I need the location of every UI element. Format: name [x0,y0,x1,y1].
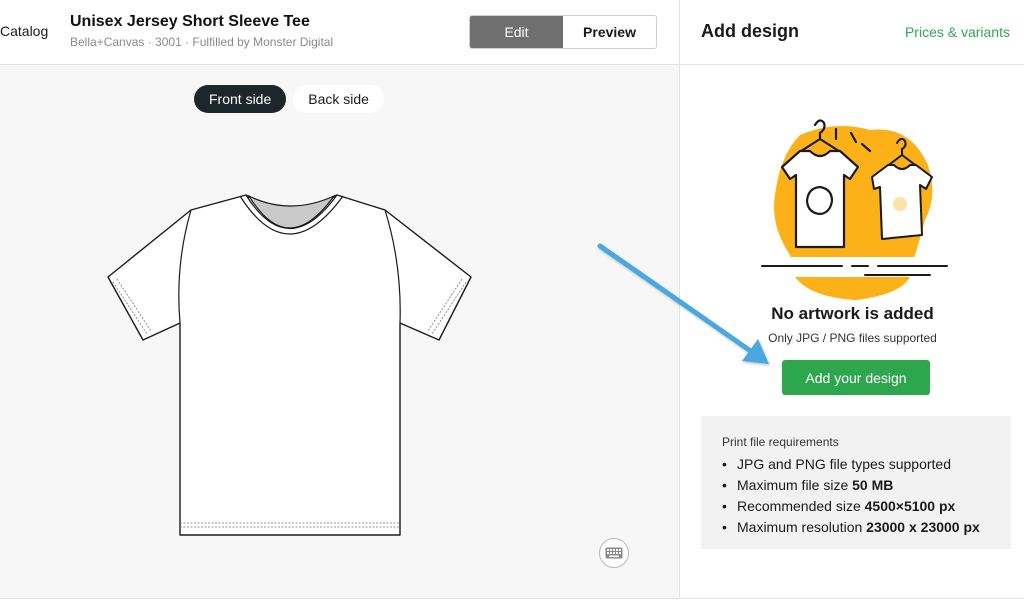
product-title: Unisex Jersey Short Sleeve Tee [70,13,310,30]
requirement-item: Recommended size 4500×5100 px [722,496,1011,517]
product-subtitle: Bella+Canvas · 3001 · Fulfilled by Monst… [70,35,334,49]
annotation-arrow [597,243,769,364]
front-side-tab[interactable]: Front side [194,85,287,113]
requirements-title: Print file requirements [722,435,839,449]
side-toggle: Front side Back side [194,85,384,113]
print-requirements-box: Print file requirements JPG and PNG file… [701,416,1011,549]
prices-variants-link[interactable]: Prices & variants [905,24,1010,40]
mode-toggle: Edit Preview [469,15,657,49]
catalog-link[interactable]: Catalog [0,23,48,39]
empty-state-illustration [760,119,955,300]
requirement-item: Maximum file size 50 MB [722,475,1011,496]
keyboard-shortcuts-button[interactable] [599,538,629,568]
edit-tab[interactable]: Edit [470,16,563,48]
requirements-list: JPG and PNG file types supported Maximum… [722,454,1011,538]
back-side-tab[interactable]: Back side [293,85,384,113]
preview-tab[interactable]: Preview [563,16,656,48]
design-canvas: Front side Back side [0,65,679,598]
keyboard-icon [605,547,623,559]
bottom-divider [0,598,1024,599]
product-header: Catalog Unisex Jersey Short Sleeve Tee B… [0,0,679,65]
requirement-item: Maximum resolution 23000 x 23000 px [722,517,1011,538]
requirement-item: JPG and PNG file types supported [722,454,1011,475]
panel-header: Add design Prices & variants [680,0,1024,65]
tshirt-mockup [107,194,472,536]
add-design-button[interactable]: Add your design [782,360,930,395]
panel-title: Add design [701,21,799,41]
